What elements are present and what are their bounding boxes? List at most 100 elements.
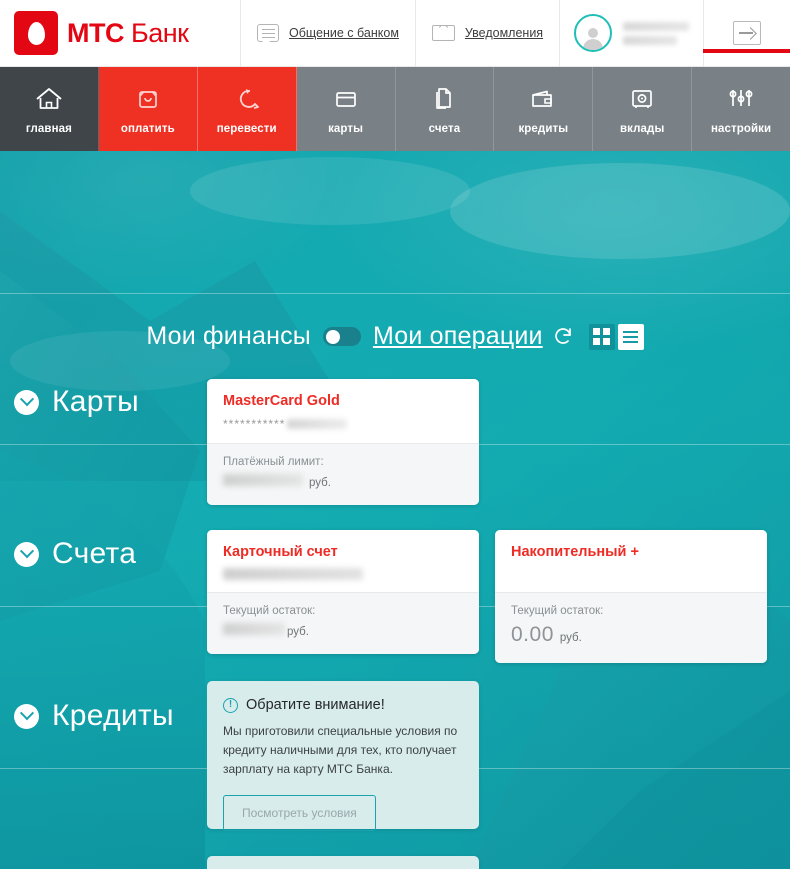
notifications-link[interactable]: Уведомления	[416, 0, 559, 66]
home-icon	[34, 84, 64, 114]
chat-icon	[257, 24, 280, 46]
divider-cards	[0, 293, 790, 294]
avatar[interactable]	[574, 14, 613, 52]
nav-label-kredity: кредиты	[518, 122, 569, 135]
nav-label-karty: карты	[328, 122, 364, 135]
chevron-down-icon[interactable]	[14, 703, 39, 729]
finances-operations-toggle[interactable]	[322, 327, 361, 346]
nav-label-perevesti: перевести	[216, 122, 277, 135]
view-mode-buttons	[588, 323, 644, 350]
avatar-person-icon	[582, 26, 604, 50]
account-balance-value-blurred	[223, 623, 285, 635]
page-header: МТС Банк Общение с банком Уведомления	[0, 0, 790, 67]
account-number-blurred	[223, 568, 363, 580]
chat-link[interactable]: Общение с банком	[241, 0, 415, 66]
chat-link-cell[interactable]: Общение с банком	[240, 0, 415, 66]
nav-item-perevesti[interactable]: перевести	[197, 67, 297, 151]
my-operations-link[interactable]: Мои операции	[373, 322, 543, 351]
logo[interactable]: МТС Банк	[0, 11, 240, 55]
logout-active-underline	[703, 49, 790, 53]
account-balance-row: 0.00 руб.	[511, 623, 751, 647]
main-content: Мои финансы Мои операции Карты MasterCar…	[0, 151, 790, 869]
nav-label-glavnaya: главная	[25, 122, 72, 135]
nav-item-glavnaya[interactable]: главная	[0, 67, 99, 160]
account-balance-value: 0.00	[511, 623, 554, 646]
toggle-knob	[325, 329, 340, 344]
section-header-credits[interactable]: Кредиты	[14, 699, 174, 733]
card-bottom: Платёжный лимит: руб.	[207, 443, 479, 505]
safe-icon	[628, 84, 656, 114]
account-currency: руб.	[559, 632, 582, 644]
promo-title: Обратите внимание!	[246, 697, 385, 713]
card-number-masked: ***********	[223, 417, 463, 431]
mts-egg-logo-icon	[14, 11, 58, 55]
nav-label-oplatit: оплатить	[120, 122, 175, 135]
nav-item-karty[interactable]: карты	[296, 67, 396, 151]
documents-icon	[431, 84, 457, 114]
finances-operations-bar: Мои финансы Мои операции	[0, 322, 790, 351]
card-top: MasterCard Gold ***********	[207, 379, 479, 443]
account-bottom: Текущий остаток: руб.	[207, 592, 479, 654]
notifications-link-cell[interactable]: Уведомления	[414, 0, 559, 66]
nav-item-vklady[interactable]: вклады	[593, 67, 693, 151]
user-cell[interactable]	[559, 0, 703, 66]
user-name-line-2	[623, 35, 678, 45]
user-name-line-1	[623, 21, 690, 31]
account-top: Карточный счет	[207, 530, 479, 592]
grid-view-icon[interactable]	[588, 323, 615, 350]
promo-body: Мы приготовили специальные условия по кр…	[223, 724, 458, 776]
nav-label-scheta: счета	[428, 122, 461, 135]
card-limit-label: Платёжный лимит:	[223, 456, 324, 468]
nav-item-oplatit[interactable]: оплатить	[98, 67, 198, 151]
mail-icon	[431, 25, 455, 41]
section-title-cards: Карты	[52, 385, 139, 418]
user-name-masked	[623, 21, 690, 45]
card-mask-blurred-digits	[287, 419, 348, 429]
chat-link-label: Общение с банком	[289, 26, 399, 40]
card-mask-asterisks: ***********	[223, 417, 286, 431]
account-balance-label: Текущий остаток:	[223, 605, 316, 617]
section-header-accounts[interactable]: Счета	[14, 537, 136, 571]
list-view-icon[interactable]	[617, 323, 644, 350]
account-currency: руб.	[287, 626, 309, 638]
sliders-icon	[725, 84, 757, 114]
account-card-kartochny-schet[interactable]: Карточный счет Текущий остаток: руб.	[207, 530, 479, 654]
wallet-icon	[528, 84, 558, 114]
section-title-accounts: Счета	[52, 537, 137, 570]
promo-header: ! Обратите внимание!	[223, 697, 461, 713]
transfer-icon	[232, 84, 262, 114]
nav-item-scheta[interactable]: счета	[395, 67, 495, 151]
info-icon: !	[223, 697, 238, 713]
logout-arrow-icon[interactable]	[733, 21, 762, 45]
section-title-credits: Кредиты	[52, 699, 174, 732]
logout-cell[interactable]	[703, 0, 790, 66]
account-bottom: Текущий остаток: 0.00 руб.	[495, 592, 767, 663]
card-limit-value-blurred	[223, 474, 303, 486]
logo-brand: МТС	[67, 17, 124, 48]
promo-card-credit: ! Обратите внимание! Мы приготовили спец…	[207, 681, 479, 831]
chevron-down-icon[interactable]	[14, 389, 39, 415]
nav-item-kredity[interactable]: кредиты	[494, 67, 594, 151]
refresh-icon[interactable]	[553, 326, 575, 348]
account-name: Карточный счет	[223, 544, 338, 560]
card-currency: руб.	[309, 477, 331, 489]
card-name: MasterCard Gold	[223, 393, 340, 409]
nav-label-nastroyki: настройки	[710, 122, 772, 135]
account-number-masked	[511, 568, 751, 580]
user-profile[interactable]	[560, 0, 703, 66]
nav-item-nastroyki[interactable]: настройки	[692, 67, 790, 151]
account-name: Накопительный +	[511, 544, 639, 560]
card-limit-row: руб.	[223, 474, 463, 489]
section-header-cards[interactable]: Карты	[14, 385, 139, 419]
account-card-nakopitelny-plus[interactable]: Накопительный + Текущий остаток: 0.00 ру…	[495, 530, 767, 663]
card-icon	[332, 84, 360, 114]
account-top: Накопительный +	[495, 530, 767, 592]
chevron-down-icon[interactable]	[14, 541, 39, 567]
card-mastercard-gold[interactable]: MasterCard Gold *********** Платёжный ли…	[207, 379, 479, 505]
main-navigation: главная оплатить перевести карты счета к…	[0, 67, 790, 160]
my-finances-label[interactable]: Мои финансы	[146, 322, 311, 351]
nav-label-vklady: вклады	[619, 122, 665, 135]
view-credit-conditions-button[interactable]: Посмотреть условия	[223, 795, 376, 831]
account-number-masked	[223, 568, 463, 580]
logo-text: МТС Банк	[67, 17, 189, 48]
